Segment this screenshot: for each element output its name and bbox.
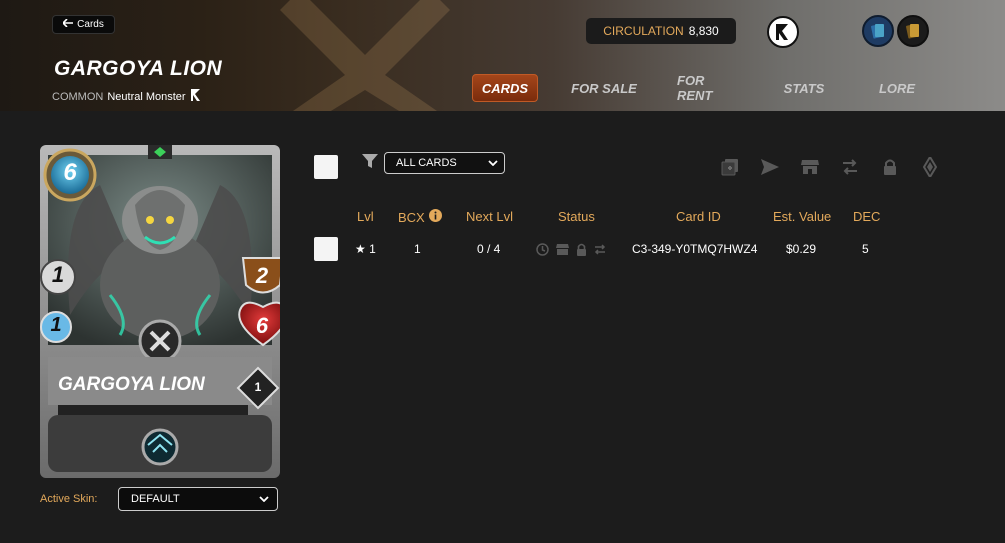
tab-cards[interactable]: CARDS xyxy=(472,74,538,102)
gold-cards-icon[interactable] xyxy=(897,15,929,47)
cell-status xyxy=(536,243,606,261)
info-icon[interactable] xyxy=(428,209,442,225)
tab-for-sale[interactable]: FOR SALE xyxy=(571,74,637,102)
health-value: 6 xyxy=(255,313,269,338)
card-image: 6 1 1 2 6 GARGOYA LION 1 xyxy=(40,145,280,478)
chevron-down-icon xyxy=(259,493,269,505)
cell-card-id[interactable]: C3-349-Y0TMQ7HWZ4 xyxy=(632,242,757,256)
armor-value: 2 xyxy=(255,263,269,288)
transfer-icon[interactable] xyxy=(840,157,860,177)
send-icon[interactable] xyxy=(760,157,780,177)
card-type-label: Neutral Monster xyxy=(107,90,186,103)
tab-lore[interactable]: LORE xyxy=(872,74,922,102)
column-header-lvl[interactable]: Lvl xyxy=(357,209,374,224)
active-skin-label: Active Skin: xyxy=(40,493,98,505)
blue-cards-icon[interactable] xyxy=(862,15,894,47)
card-subtitle: COMMON Neutral Monster xyxy=(52,88,202,105)
clock-icon xyxy=(536,243,549,261)
card-filter-value: ALL CARDS xyxy=(396,157,457,169)
circulation-value: 8,830 xyxy=(688,24,719,38)
tab-for-rent[interactable]: FOR RENT xyxy=(677,73,743,103)
column-header-card-id[interactable]: Card ID xyxy=(676,209,721,224)
back-label: Cards xyxy=(77,19,104,30)
page-title: GARGOYA LION xyxy=(54,57,223,80)
transfer-icon xyxy=(594,243,606,261)
tab-bar: CARDS FOR SALE FOR RENT STATS LORE xyxy=(472,73,922,103)
cell-est-value: $0.29 xyxy=(786,242,817,256)
lock-icon[interactable] xyxy=(880,157,900,177)
column-header-est-value[interactable]: Est. Value xyxy=(773,209,831,224)
row-checkbox[interactable] xyxy=(314,237,338,261)
cell-bcx: 1 xyxy=(414,242,421,256)
back-button[interactable]: Cards xyxy=(52,15,115,34)
column-header-status[interactable]: Status xyxy=(558,209,595,224)
lock-icon xyxy=(576,243,587,261)
column-header-dec[interactable]: DEC xyxy=(853,209,880,224)
column-header-next-lvl[interactable]: Next Lvl xyxy=(466,209,513,224)
mana-value: 6 xyxy=(63,159,77,186)
speed-value: 1 xyxy=(50,314,62,336)
select-all-checkbox[interactable] xyxy=(314,155,338,179)
rarity-label: COMMON xyxy=(52,90,104,103)
circulation-badge: CIRCULATION 8,830 xyxy=(586,18,736,44)
splinterlands-logo-icon[interactable] xyxy=(767,16,799,48)
cell-dec: 5 xyxy=(862,242,869,256)
burn-icon[interactable] xyxy=(920,157,940,177)
card-filter-select[interactable]: ALL CARDS xyxy=(384,152,505,174)
column-header-bcx[interactable]: BCX xyxy=(398,209,442,225)
arrow-left-icon xyxy=(62,18,74,30)
background-emblem xyxy=(280,0,450,111)
active-skin-select[interactable]: DEFAULT xyxy=(118,487,278,511)
melee-value: 1 xyxy=(51,262,65,287)
page-header: Cards GARGOYA LION COMMON Neutral Monste… xyxy=(0,0,1005,111)
chevron-down-icon xyxy=(488,157,498,169)
card-level-value: 1 xyxy=(254,380,262,394)
circulation-label: CIRCULATION xyxy=(603,24,684,38)
cell-lvl: ★ 1 xyxy=(355,242,376,256)
monster-icon xyxy=(190,88,202,105)
market-icon xyxy=(556,243,569,261)
filter-icon[interactable] xyxy=(362,154,378,174)
combine-icon[interactable] xyxy=(720,157,740,177)
market-icon[interactable] xyxy=(800,157,820,177)
column-header-bcx-label: BCX xyxy=(398,209,425,225)
tab-stats[interactable]: STATS xyxy=(779,74,829,102)
cell-next-lvl: 0 / 4 xyxy=(477,242,501,256)
active-skin-value: DEFAULT xyxy=(131,493,180,505)
card-name-banner: GARGOYA LION xyxy=(58,374,205,395)
